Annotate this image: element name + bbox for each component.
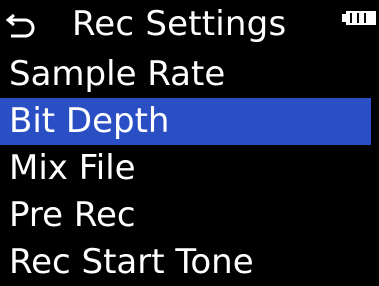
menu-item-sample-rate[interactable]: Sample Rate (0, 51, 379, 98)
battery-full-icon (342, 10, 376, 25)
menu-item-label: Pre Rec (9, 195, 136, 235)
menu-item-label: Rec Start Tone (9, 242, 254, 282)
rec-settings-menu: Sample Rate Bit Depth Mix File Pre Rec R… (0, 51, 379, 286)
menu-item-label: Bit Depth (9, 101, 170, 141)
menu-item-rec-start-tone[interactable]: Rec Start Tone (0, 239, 379, 286)
menu-item-mix-file[interactable]: Mix File (0, 145, 379, 192)
menu-item-label: Sample Rate (9, 54, 226, 94)
header-bar: Rec Settings (0, 0, 379, 48)
menu-item-label: Mix File (9, 148, 136, 188)
page-title: Rec Settings (72, 4, 287, 44)
rec-settings-screen: Rec Settings Sample Rate Bit Depth Mix F… (0, 0, 379, 286)
return-arrow-icon[interactable] (5, 12, 36, 38)
menu-item-pre-rec[interactable]: Pre Rec (0, 192, 379, 239)
menu-item-bit-depth[interactable]: Bit Depth (0, 98, 371, 145)
